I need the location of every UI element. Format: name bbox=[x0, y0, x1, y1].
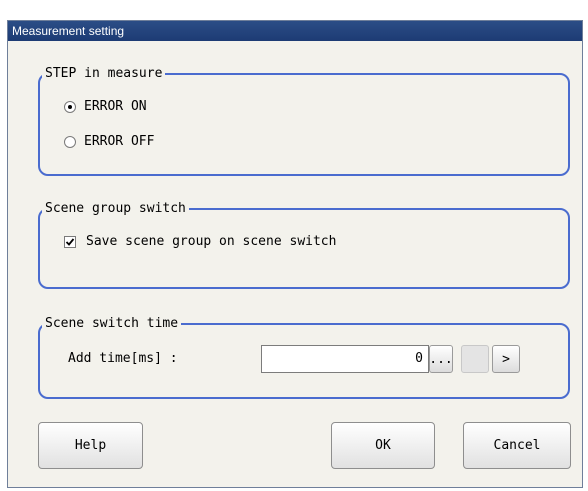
checkmark-icon bbox=[65, 237, 75, 246]
switch-time-title: Scene switch time bbox=[42, 316, 182, 332]
radio-error-off-label[interactable]: ERROR OFF bbox=[84, 134, 154, 149]
save-scene-group-checkbox-box[interactable] bbox=[64, 235, 76, 248]
browse-button[interactable]: ... bbox=[429, 345, 453, 373]
radio-error-off[interactable]: ERROR OFF bbox=[64, 134, 154, 149]
dialog-title: Measurement setting bbox=[8, 21, 582, 41]
add-time-input[interactable]: 0 bbox=[261, 345, 429, 373]
step-in-measure-group: STEP in measure ERROR ON ERROR OFF bbox=[38, 66, 570, 176]
browse-button-label: ... bbox=[429, 351, 453, 367]
save-scene-group-label[interactable]: Save scene group on scene switch bbox=[86, 234, 336, 249]
radio-error-on-indicator[interactable] bbox=[64, 100, 76, 113]
scene-switch-time-group: Scene switch time Add time[ms] : 0 ... > bbox=[38, 316, 570, 399]
help-button-label: Help bbox=[74, 438, 107, 453]
next-button[interactable]: > bbox=[492, 345, 520, 373]
chevron-right-icon: > bbox=[502, 351, 510, 367]
ok-button-label: OK bbox=[375, 438, 391, 453]
scene-group-title: Scene group switch bbox=[42, 201, 189, 217]
cancel-button-label: Cancel bbox=[493, 438, 541, 453]
measurement-setting-dialog: Measurement setting STEP in measure ERRO… bbox=[7, 20, 583, 488]
scene-group-switch-group: Scene group switch Save scene group on s… bbox=[38, 201, 570, 289]
previous-button[interactable] bbox=[461, 345, 489, 373]
ok-button[interactable]: OK bbox=[331, 422, 435, 469]
radio-error-on-label[interactable]: ERROR ON bbox=[84, 99, 147, 114]
add-time-label: Add time[ms] : bbox=[68, 351, 178, 366]
step-group-title: STEP in measure bbox=[42, 66, 166, 82]
radio-error-on[interactable]: ERROR ON bbox=[64, 99, 147, 114]
radio-error-off-indicator[interactable] bbox=[64, 135, 76, 148]
save-scene-group-checkbox[interactable]: Save scene group on scene switch bbox=[64, 234, 336, 249]
cancel-button[interactable]: Cancel bbox=[463, 422, 571, 469]
help-button[interactable]: Help bbox=[38, 422, 143, 469]
